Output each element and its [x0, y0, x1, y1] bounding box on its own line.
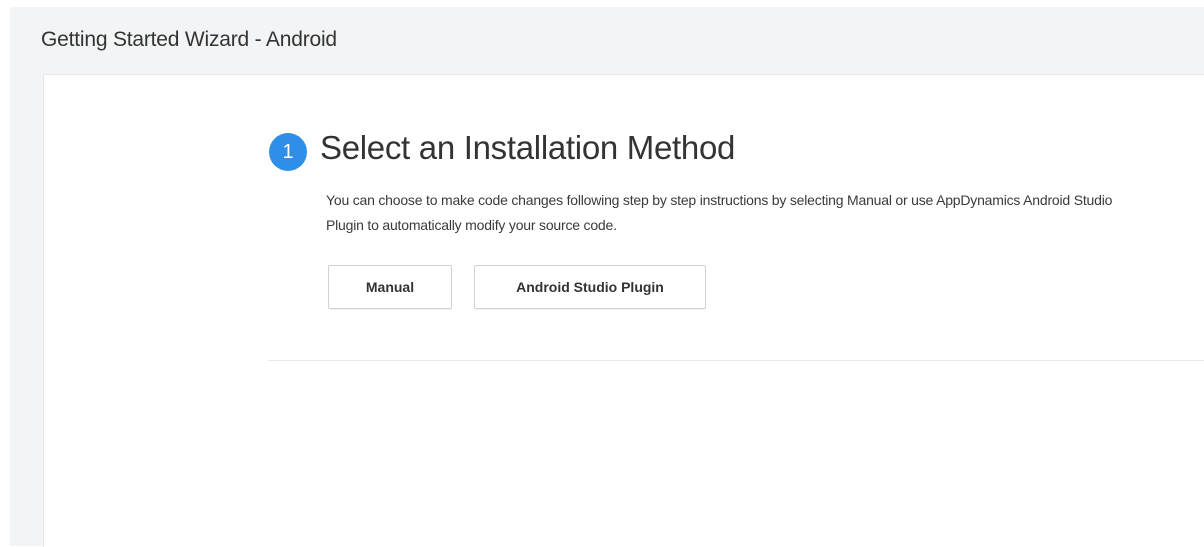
step-title: Select an Installation Method [320, 129, 736, 166]
wizard-panel: 1 Select an Installation Method You can … [43, 74, 1204, 547]
manual-button[interactable]: Manual [328, 265, 452, 309]
android-studio-plugin-button[interactable]: Android Studio Plugin [474, 265, 706, 309]
section-divider [268, 360, 1204, 361]
wizard-window: Getting Started Wizard - Android 1 Selec… [10, 7, 1204, 547]
step-number-badge: 1 [269, 133, 307, 171]
page-title: Getting Started Wizard - Android [41, 28, 337, 51]
step-description: You can choose to make code changes foll… [326, 192, 1113, 233]
